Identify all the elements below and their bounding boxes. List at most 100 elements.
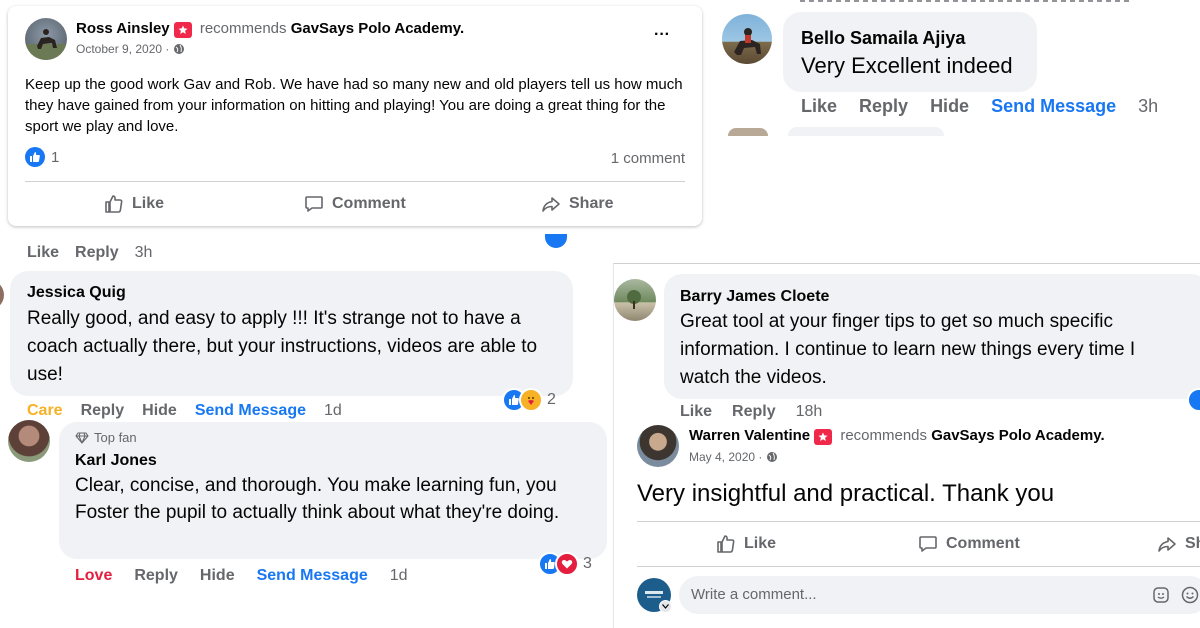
jessica-hide[interactable]: Hide <box>142 402 177 420</box>
warren-comment-label: Comment <box>946 535 1020 552</box>
post-author[interactable]: Ross Ainsley <box>76 20 170 37</box>
karl-reactions[interactable]: 3 <box>538 552 592 576</box>
barry-text: Great tool at your finger tips to get so… <box>680 311 1136 388</box>
warren-share-button[interactable]: Sh <box>1157 534 1200 554</box>
care-reaction-icon <box>519 388 543 412</box>
bello-send-message[interactable]: Send Message <box>991 96 1116 117</box>
prev-like[interactable]: Like <box>27 244 59 262</box>
post-body: Keep up the good work Gav and Rob. We ha… <box>25 76 683 135</box>
write-comment-input[interactable]: Write a comment... <box>679 576 1200 614</box>
warren-comment-button[interactable]: Comment <box>918 534 1020 554</box>
barry-like[interactable]: Like <box>680 403 712 421</box>
recommends-text: recommends <box>199 20 287 37</box>
page-link[interactable]: GavSays Polo Academy. <box>291 20 464 37</box>
account-switch-chevron-icon[interactable] <box>659 600 672 613</box>
post-card-ross: Ross Ainsley recommends GavSays Polo Aca… <box>8 6 702 226</box>
karl-text: Clear, concise, and thorough. You make l… <box>75 475 560 523</box>
sticker-icon[interactable] <box>1152 586 1170 604</box>
partial-reaction-badge <box>543 232 569 250</box>
thumbs-up-icon <box>105 195 123 213</box>
bello-reply[interactable]: Reply <box>859 96 908 117</box>
warren-divider-2 <box>637 566 1200 567</box>
next-comment-bubble-partial <box>788 127 944 136</box>
barry-actions: Like Reply 18h <box>680 403 822 421</box>
share-icon <box>542 197 560 212</box>
warren-avatar[interactable] <box>637 425 679 467</box>
karl-reply[interactable]: Reply <box>134 567 178 585</box>
prev-reply[interactable]: Reply <box>75 244 119 262</box>
bello-time[interactable]: 3h <box>1138 96 1158 117</box>
current-user-avatar[interactable] <box>637 578 672 613</box>
karl-time[interactable]: 1d <box>390 567 408 585</box>
warren-date[interactable]: May 4, 2020 · <box>689 450 762 464</box>
next-comment-avatar-partial <box>728 128 768 136</box>
recommend-badge-icon <box>814 429 833 445</box>
warren-recommends: recommends <box>840 427 928 444</box>
share-icon <box>1158 537 1176 552</box>
jessica-avatar-partial[interactable] <box>0 280 4 310</box>
thumbs-up-icon <box>717 535 735 553</box>
karl-send-message[interactable]: Send Message <box>257 567 368 585</box>
comment-count[interactable]: 1 comment <box>611 150 685 167</box>
jessica-reply[interactable]: Reply <box>81 402 125 420</box>
bello-name[interactable]: Bello Samaila Ajiya <box>801 28 965 49</box>
post-divider <box>25 181 685 182</box>
barry-name[interactable]: Barry James Cloete <box>680 288 829 306</box>
karl-comment-bubble: Top fan Karl Jones Clear, concise, and t… <box>59 422 607 559</box>
comment-icon <box>305 196 323 212</box>
emoji-icon[interactable] <box>1181 586 1199 604</box>
prev-time[interactable]: 3h <box>135 244 153 262</box>
jessica-time[interactable]: 1d <box>324 402 342 420</box>
barry-reply[interactable]: Reply <box>732 403 776 421</box>
jessica-care[interactable]: Care <box>27 402 63 420</box>
share-label: Share <box>569 195 614 212</box>
jessica-comment-bubble: Jessica Quig Really good, and easy to ap… <box>10 271 573 396</box>
bello-hide[interactable]: Hide <box>930 96 969 117</box>
comment-label: Comment <box>332 195 406 212</box>
warren-post-body: Very insightful and practical. Thank you <box>637 480 1055 507</box>
like-button[interactable]: Like <box>104 194 164 214</box>
jessica-text: Really good, and easy to apply !!! It's … <box>27 308 538 385</box>
bello-text: Very Excellent indeed <box>801 53 1013 78</box>
love-reaction-icon <box>555 552 579 576</box>
karl-name[interactable]: Karl Jones <box>75 452 157 470</box>
recommend-badge-icon <box>173 22 192 38</box>
share-button[interactable]: Share <box>541 194 613 214</box>
bello-avatar[interactable] <box>722 14 772 64</box>
barry-time[interactable]: 18h <box>796 403 823 421</box>
bello-actions: Like Reply Hide Send Message 3h <box>801 96 1158 117</box>
top-fan-badge: Top fan <box>94 430 137 445</box>
field-icon <box>627 290 641 309</box>
post-date[interactable]: October 9, 2020 · <box>76 42 169 56</box>
comment-icon <box>919 536 937 552</box>
write-comment-placeholder: Write a comment... <box>691 586 817 603</box>
karl-love[interactable]: Love <box>75 567 112 585</box>
warren-divider <box>637 521 1200 522</box>
warren-like-label: Like <box>744 535 777 552</box>
globe-icon <box>174 44 185 54</box>
jessica-actions: Care Reply Hide Send Message 1d <box>27 402 342 420</box>
horse-rider-icon <box>25 29 67 60</box>
karl-avatar[interactable] <box>8 420 50 462</box>
bello-comment-bubble: Bello Samaila Ajiya Very Excellent indee… <box>783 12 1037 92</box>
jessica-reaction-count: 2 <box>547 391 556 408</box>
karl-hide[interactable]: Hide <box>200 567 235 585</box>
ross-avatar[interactable] <box>25 18 67 60</box>
reaction-count[interactable]: 1 <box>51 149 59 166</box>
barry-comment-bubble: Barry James Cloete Great tool at your fi… <box>664 274 1200 399</box>
warren-like-button[interactable]: Like <box>716 534 776 554</box>
globe-icon <box>767 452 778 462</box>
warren-author[interactable]: Warren Valentine <box>689 427 810 444</box>
jessica-name[interactable]: Jessica Quig <box>27 284 126 302</box>
barry-avatar[interactable] <box>614 279 656 321</box>
like-reaction-icon <box>25 147 45 167</box>
jessica-prev-actions: Like Reply 3h <box>27 244 152 262</box>
warren-page-link[interactable]: GavSays Polo Academy. <box>931 427 1104 444</box>
karl-actions: Love Reply Hide Send Message 1d <box>75 567 408 585</box>
comment-button[interactable]: Comment <box>304 194 406 214</box>
jessica-send-message[interactable]: Send Message <box>195 402 306 420</box>
top-fan-diamond-icon <box>75 431 89 444</box>
jessica-reactions[interactable]: 2 <box>502 388 556 412</box>
more-options-button[interactable]: ··· <box>654 26 670 44</box>
bello-like[interactable]: Like <box>801 96 837 117</box>
